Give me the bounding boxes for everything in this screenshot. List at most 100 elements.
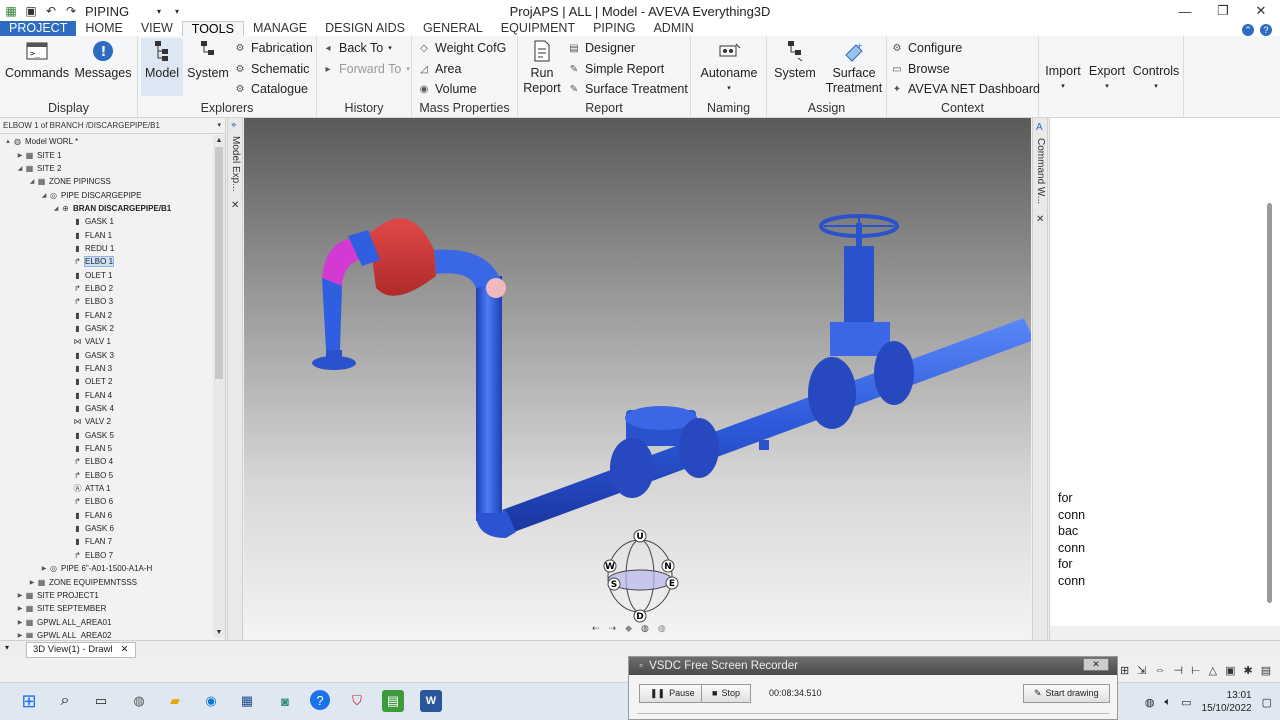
tab-home[interactable]: HOME <box>76 21 132 36</box>
tab-list-icon[interactable]: ▾ <box>5 643 9 652</box>
file-explorer-icon[interactable]: ▰ <box>164 690 186 712</box>
view-tool-6-icon[interactable]: △ <box>1209 664 1217 677</box>
tree-item[interactable]: ▮ GASK 6 <box>0 522 212 535</box>
tree-item[interactable]: ▮ FLAN 6 <box>0 509 212 522</box>
tree-item[interactable]: ▶ ▦ SITE SEPTEMBER <box>0 602 212 615</box>
browser-icon[interactable]: ◍ <box>128 690 150 712</box>
tree-item[interactable]: ◢ ⊕ BRAN DISCARGEPIPE/B1 <box>0 202 212 215</box>
export-button[interactable]: Export ▾ <box>1087 64 1127 94</box>
controls-button[interactable]: Controls ▾ <box>1131 64 1181 94</box>
explorer-scrollbar[interactable]: ▲ ▼ <box>213 135 225 638</box>
tree-expander-icon[interactable]: ▶ <box>28 579 36 586</box>
forward-to-button[interactable]: ▸ Forward To ▾ <box>322 60 409 78</box>
search-icon[interactable]: ⌕ <box>54 690 76 712</box>
mcafee-icon[interactable]: ⛉ <box>346 690 368 712</box>
main-pipe-run[interactable] <box>502 318 1031 532</box>
tree-item[interactable]: ↱ ELBO 6 <box>0 495 212 508</box>
tree-item[interactable]: ▶ ▦ GPWL ALL_AREA02 <box>0 629 212 638</box>
tab-manage[interactable]: MANAGE <box>244 21 316 36</box>
view-compass[interactable]: U D W N S E <box>592 528 688 624</box>
tree-item[interactable]: ▮ OLET 2 <box>0 375 212 388</box>
attachment[interactable] <box>759 440 769 450</box>
tab-piping[interactable]: PIPING <box>584 21 644 36</box>
model-explorer-dock-strip[interactable]: ⌖ Model Exp... ✕ <box>227 118 243 640</box>
store-icon[interactable]: ▦ <box>236 690 258 712</box>
compass-east[interactable]: E <box>669 579 675 589</box>
view-tool-8-icon[interactable]: ✱ <box>1244 664 1253 677</box>
tree-item[interactable]: ↱ ELBO 5 <box>0 469 212 482</box>
tree-expander-icon[interactable]: ◢ <box>40 192 48 199</box>
command-window-dock-strip[interactable]: A Command W... ✕ <box>1032 118 1048 640</box>
tree-item[interactable]: ▮ REDU 1 <box>0 242 212 255</box>
surface-treatment-report-button[interactable]: ✎ Surface Treatment <box>568 80 688 98</box>
notifications-icon[interactable]: ▢ <box>1262 696 1272 709</box>
undo-icon[interactable]: ↶ <box>44 4 58 18</box>
view-tool-3-icon[interactable]: ⇔ <box>1154 664 1165 676</box>
tree-item[interactable]: ▶ ▦ ZONE EQUIPEMNTSSS <box>0 575 212 588</box>
word-icon[interactable]: W <box>420 690 442 712</box>
scroll-thumb[interactable] <box>215 147 223 379</box>
command-window[interactable]: for conn bac conn for conn <box>1049 118 1280 640</box>
discipline-combo[interactable]: PIPING ▾ <box>84 3 164 19</box>
settings-icon[interactable]: ◍ <box>658 623 666 634</box>
assign-surface-treatment-button[interactable]: + Surface Treatment <box>823 38 885 96</box>
minimize-button[interactable]: — <box>1166 0 1204 22</box>
scroll-down-icon[interactable]: ▼ <box>213 629 225 636</box>
pin-icon[interactable]: ⌖ <box>231 120 237 131</box>
network-icon[interactable]: ◍ <box>1145 696 1155 709</box>
tree-expander-icon[interactable]: ◢ <box>52 205 60 212</box>
tree-expander-icon[interactable]: ▶ <box>16 592 24 599</box>
compass-south[interactable]: S <box>611 580 617 590</box>
reducer-cone[interactable] <box>369 218 436 296</box>
view-tool-2-icon[interactable]: ⇲ <box>1137 664 1146 677</box>
designer-button[interactable]: ▤ Designer <box>568 39 635 57</box>
tree-expander-icon[interactable]: ▶ <box>16 152 24 159</box>
tab-3d-view[interactable]: 3D View(1) - Drawl ✕ <box>26 642 136 658</box>
command-window-close-icon[interactable]: ✕ <box>1036 214 1044 225</box>
tab-design-aids[interactable]: DESIGN AIDS <box>316 21 414 36</box>
tree-item[interactable]: ⋈ VALV 1 <box>0 335 212 348</box>
assign-system-button[interactable]: System <box>773 38 817 81</box>
tab-project[interactable]: PROJECT <box>0 21 77 36</box>
globe-icon[interactable]: ◍ <box>641 623 649 634</box>
volume-icon[interactable]: 🔈︎ <box>1165 696 1172 709</box>
customize-icon[interactable]: ▾ <box>170 4 184 18</box>
tree-item[interactable]: ▮ GASK 4 <box>0 402 212 415</box>
tree-item[interactable]: ▮ GASK 5 <box>0 429 212 442</box>
tree-expander-icon[interactable]: ◢ <box>16 165 24 172</box>
scroll-up-icon[interactable]: ▲ <box>213 137 225 144</box>
command-scrollbar[interactable] <box>1267 203 1272 603</box>
tab-view[interactable]: VIEW <box>132 21 182 36</box>
gate-flange-right[interactable] <box>874 341 914 405</box>
stop-button[interactable]: ■ Stop <box>701 684 751 703</box>
catalogue-button[interactable]: ⚙ Catalogue <box>234 80 308 98</box>
tree-item[interactable]: Ⓐ ATTA 1 <box>0 482 212 495</box>
gate-valve-bonnet[interactable] <box>844 246 874 326</box>
tree-item[interactable]: ▶ ▦ GPWL ALL_AREA01 <box>0 615 212 628</box>
model-explorer-close-icon[interactable]: ✕ <box>231 200 239 211</box>
maximize-button[interactable]: ❐ <box>1204 0 1242 22</box>
command-window-side-tab[interactable]: Command W... <box>1035 138 1046 204</box>
view-tool-5-icon[interactable]: ⊢ <box>1191 664 1201 677</box>
model-explorer-button[interactable]: Model <box>141 38 183 96</box>
model-explorer-side-tab[interactable]: Model Exp... <box>230 136 241 192</box>
tab-admin[interactable]: ADMIN <box>644 21 702 36</box>
tree-expander-icon[interactable]: ▶ <box>16 605 24 612</box>
battery-icon[interactable]: ▭ <box>1181 696 1191 709</box>
nozzle-pipe[interactable] <box>322 278 342 350</box>
task-view-icon[interactable]: ▭ <box>90 690 112 712</box>
save-icon[interactable]: ▣ <box>24 4 38 18</box>
tree-item[interactable]: ▮ FLAN 5 <box>0 442 212 455</box>
tree-expander-icon[interactable]: ▶ <box>16 619 24 626</box>
pan-right-icon[interactable]: ⇢ <box>609 623 617 634</box>
tree-item[interactable]: ▶ ▦ SITE 1 <box>0 148 212 161</box>
tree-item[interactable]: ▶ ◎ PIPE 6"-A01-1500-A1A-H <box>0 562 212 575</box>
configure-button[interactable]: ⚙ Configure <box>891 39 963 57</box>
tree-item[interactable]: ▮ GASK 1 <box>0 215 212 228</box>
view-tool-9-icon[interactable]: ▤ <box>1261 664 1271 677</box>
minimize-ribbon-icon[interactable]: ⌃ <box>1242 24 1254 36</box>
explorer-dropdown-icon[interactable]: ▾ <box>217 118 221 133</box>
clock[interactable]: 13:01 15/10/2022 <box>1202 689 1252 715</box>
redo-icon[interactable]: ↷ <box>64 4 78 18</box>
schematic-button[interactable]: ⚙ Schematic <box>234 60 310 78</box>
